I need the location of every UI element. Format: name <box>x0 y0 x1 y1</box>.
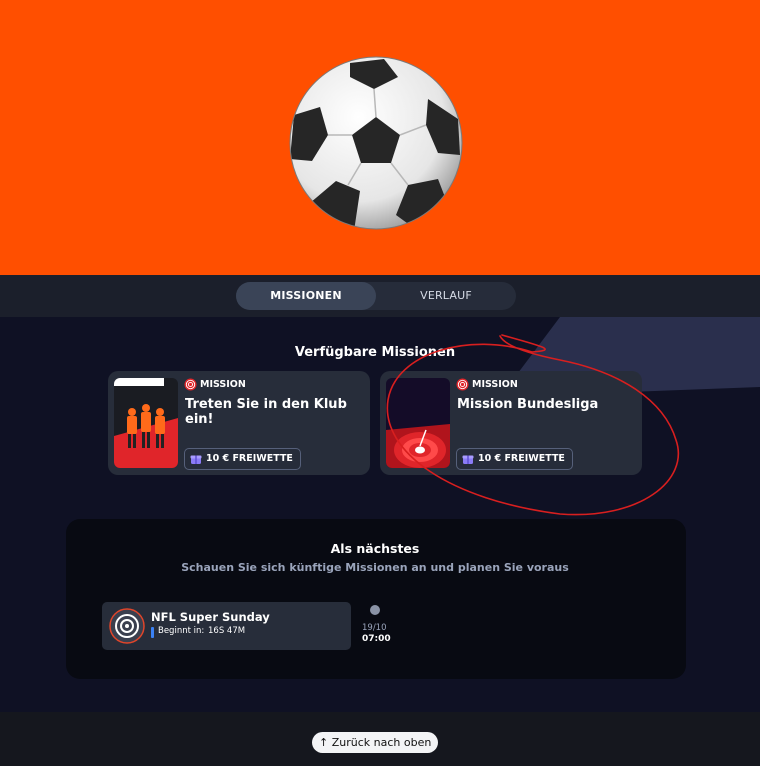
gift-icon <box>462 455 474 464</box>
hero-banner <box>0 0 760 275</box>
target-icon <box>184 378 197 391</box>
mission-thumbnail <box>386 378 450 468</box>
upcoming-event-card[interactable]: NFL Super Sunday Beginnt in: 16S 47M <box>102 602 351 650</box>
mission-tag: MISSION <box>456 378 518 392</box>
mission-card-klub[interactable]: MISSION Treten Sie in den Klub ein! 10 €… <box>108 371 370 475</box>
timeline-time: 07:00 <box>362 634 391 644</box>
timeline-dot <box>370 605 380 615</box>
event-title: NFL Super Sunday <box>151 610 270 624</box>
mission-tag: MISSION <box>184 378 246 392</box>
section-title: Verfügbare Missionen <box>294 345 456 360</box>
mission-thumbnail <box>114 378 178 468</box>
reward-badge: 10 € FREIWETTE <box>184 448 301 470</box>
timeline-date: 19/10 <box>362 623 387 633</box>
missions-content: Verfügbare Missionen MISSION Treten Sie … <box>0 317 760 712</box>
mission-title: Treten Sie in den Klub ein! <box>185 397 347 427</box>
reward-badge: 10 € FREIWETTE <box>456 448 573 470</box>
reward-label: 10 € FREIWETTE <box>206 453 293 464</box>
event-status-bar <box>151 627 154 638</box>
tab-verlauf[interactable]: VERLAUF <box>376 282 516 310</box>
back-to-top-button[interactable]: ↑ Zurück nach oben <box>312 732 439 753</box>
upcoming-section: Als nächstes Schauen Sie sich künftige M… <box>66 519 686 679</box>
tab-bar: MISSIONEN VERLAUF <box>0 275 760 317</box>
target-icon <box>109 608 145 644</box>
soccer-ball-icon <box>289 56 463 230</box>
gift-icon <box>190 455 202 464</box>
upcoming-subtitle: Schauen Sie sich künftige Missionen an u… <box>181 561 569 574</box>
mission-tag-label: MISSION <box>472 379 518 390</box>
upcoming-title: Als nächstes <box>330 541 420 556</box>
tab-missionen[interactable]: MISSIONEN <box>236 282 376 310</box>
event-countdown: 16S 47M <box>208 626 246 636</box>
tab-switch: MISSIONEN VERLAUF <box>236 282 516 310</box>
footer: ↑ Zurück nach oben <box>0 712 760 766</box>
mission-title: Mission Bundesliga <box>457 397 599 412</box>
target-icon <box>456 378 469 391</box>
mission-card-bundesliga[interactable]: MISSION Mission Bundesliga 10 € FREIWETT… <box>380 371 642 475</box>
event-begin-label: Beginnt in: <box>158 626 205 636</box>
mission-tag-label: MISSION <box>200 379 246 390</box>
reward-label: 10 € FREIWETTE <box>478 453 565 464</box>
